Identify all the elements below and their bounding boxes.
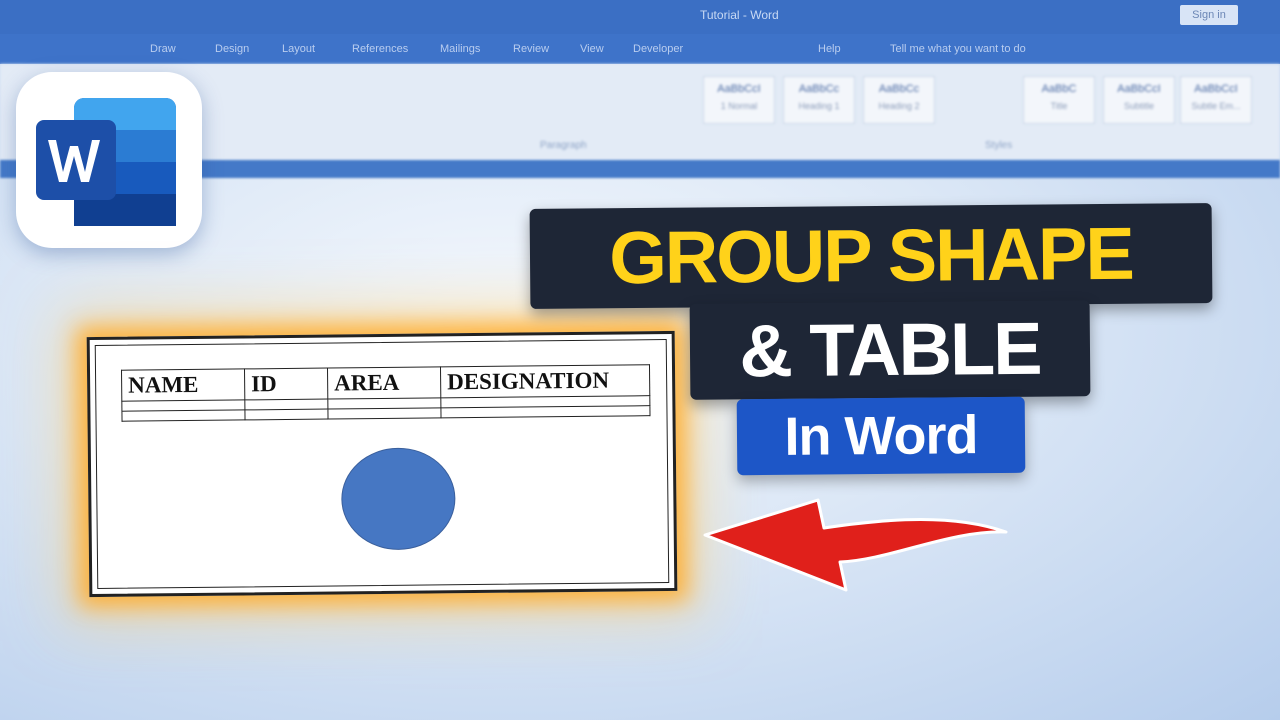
- table-header-name: NAME: [121, 368, 245, 402]
- table-header-id: ID: [244, 368, 328, 400]
- badge-text: In Word: [784, 405, 978, 467]
- style-sample: AaBbCcI: [1194, 83, 1238, 95]
- tell-me-search[interactable]: Tell me what you want to do: [890, 43, 1026, 55]
- style-name: Title: [1050, 101, 1068, 111]
- style-name: Subtle Em...: [1191, 101, 1241, 111]
- document-table: NAME ID AREA DESIGNATION: [121, 364, 651, 422]
- style-name: Heading 1: [798, 101, 840, 111]
- style-name: Heading 2: [878, 101, 920, 111]
- title-bar: Tutorial - Word Sign in: [0, 0, 1280, 34]
- style-sample: AaBbCcI: [1117, 83, 1161, 95]
- style-name: 1 Normal: [720, 101, 758, 111]
- headline-and-table: & TABLE: [739, 306, 1041, 393]
- style-tile-subtitle[interactable]: AaBbCcI Subtitle: [1103, 76, 1175, 124]
- menu-item-design[interactable]: Design: [215, 43, 249, 55]
- in-word-badge: In Word: [736, 396, 1026, 476]
- style-tile-normal[interactable]: AaBbCcI 1 Normal: [703, 76, 775, 124]
- menu-item-references[interactable]: References: [352, 43, 408, 55]
- style-sample: AaBbC: [1041, 83, 1077, 95]
- table-header-designation: DESIGNATION: [440, 364, 650, 398]
- style-tile-heading-2[interactable]: AaBbCc Heading 2: [863, 76, 935, 124]
- menu-bar: Draw Design Layout References Mailings R…: [0, 34, 1280, 64]
- headline-group-shape: GROUP SHAPE: [608, 211, 1134, 300]
- style-tile-subtle-emphasis[interactable]: AaBbCcI Subtle Em...: [1180, 76, 1252, 124]
- headline-box-2: & TABLE: [689, 300, 1091, 400]
- window-title: Tutorial - Word: [700, 8, 779, 22]
- table-header-area: AREA: [327, 366, 441, 400]
- sign-in-button[interactable]: Sign in: [1180, 5, 1238, 25]
- headline-box-1: GROUP SHAPE: [529, 203, 1213, 309]
- style-sample: AaBbCc: [878, 83, 920, 95]
- style-name: Subtitle: [1123, 101, 1155, 111]
- menu-item-help[interactable]: Help: [818, 43, 841, 55]
- menu-item-layout[interactable]: Layout: [282, 43, 315, 55]
- left-panel-ghost: [0, 260, 90, 560]
- document-preview-card: NAME ID AREA DESIGNATION: [86, 330, 678, 598]
- style-tile-title[interactable]: AaBbC Title: [1023, 76, 1095, 124]
- paragraph-group-label: Paragraph: [540, 140, 587, 151]
- menu-item-review[interactable]: Review: [513, 43, 549, 55]
- styles-group-label: Styles: [985, 140, 1013, 151]
- menu-item-draw[interactable]: Draw: [150, 43, 176, 55]
- style-tile-heading-1[interactable]: AaBbCc Heading 1: [783, 76, 855, 124]
- blue-oval-shape: [340, 447, 456, 551]
- style-sample: AaBbCcI: [717, 83, 761, 95]
- menu-item-mailings[interactable]: Mailings: [440, 43, 480, 55]
- menu-item-developer[interactable]: Developer: [633, 43, 683, 55]
- word-logo-icon: [16, 72, 202, 248]
- menu-item-view[interactable]: View: [580, 43, 604, 55]
- document-inner-border: NAME ID AREA DESIGNATION: [94, 339, 670, 589]
- style-sample: AaBbCc: [798, 83, 840, 95]
- red-curved-arrow-icon: [703, 498, 1008, 592]
